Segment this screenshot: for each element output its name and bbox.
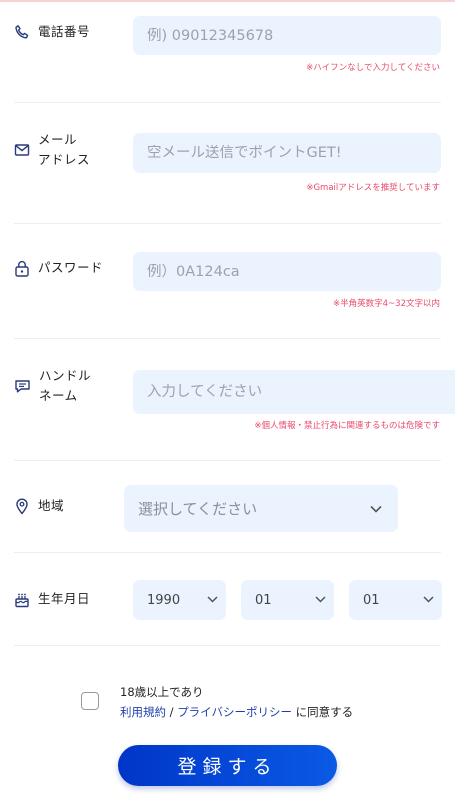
phone-input[interactable] [147,27,441,44]
region-selected-value: 選択してください [138,500,258,518]
divider [14,102,441,103]
region-select[interactable]: 選択してください [124,485,398,532]
email-field[interactable] [133,133,441,173]
phone-icon [15,25,29,39]
location-pin-icon [16,498,28,515]
handle-note: ※個人情報・禁止行為に関連するものは危険です [254,421,440,431]
email-label-text: メール アドレス [38,132,91,167]
phone-label-text: 電話番号 [38,24,91,39]
region-label: 地域 [14,496,64,516]
email-note: ※Gmailアドレスを推奨しています [306,183,440,193]
terms-link[interactable]: 利用規約 [120,705,166,719]
birthday-label-text: 生年月日 [38,591,91,606]
agreement-line-2: 利用規約 / プライバシーポリシー に同意する [120,704,353,720]
password-note: ※半角英数字4~32文字以内 [333,299,440,309]
chevron-down-icon [370,505,382,513]
phone-note: ※ハイフンなしで入力してください [306,63,440,73]
email-input[interactable] [147,145,441,161]
divider [14,223,441,224]
password-field[interactable] [133,252,441,291]
agreement-suffix: に同意する [291,705,354,719]
birth-year-select[interactable]: 1990 [133,580,226,620]
privacy-policy-link[interactable]: プライバシーポリシー [177,705,292,719]
agreement-line-1: 18歳以上であり [120,685,204,699]
handle-input[interactable] [147,384,455,400]
divider [14,552,441,553]
handle-field[interactable] [133,370,455,414]
top-accent-line [0,0,455,2]
password-label: パスワード [14,258,103,278]
handle-label-text: ハンドル ネーム [39,368,92,403]
birthday-label: 生年月日 [14,589,90,609]
handle-label: ハンドル ネーム [14,366,91,406]
chevron-down-icon [207,596,218,603]
chat-bubble-icon [15,380,30,393]
divider [14,338,441,339]
divider [14,460,441,461]
register-button[interactable]: 登録する [118,745,337,786]
mail-icon [14,144,30,156]
age-terms-checkbox[interactable] [81,692,99,710]
divider [14,645,441,646]
password-label-text: パスワード [38,260,104,275]
email-label: メール アドレス [14,130,90,170]
phone-field[interactable] [133,16,441,55]
birth-day-select[interactable]: 01 [349,580,442,620]
chevron-down-icon [423,596,434,603]
lock-icon [15,260,29,277]
birth-month-select[interactable]: 01 [241,580,334,620]
cake-icon [15,593,29,608]
password-input[interactable] [147,263,441,280]
phone-label: 電話番号 [14,22,90,42]
agreement-separator: / [166,705,178,719]
region-label-text: 地域 [38,498,65,513]
chevron-down-icon [315,596,326,603]
